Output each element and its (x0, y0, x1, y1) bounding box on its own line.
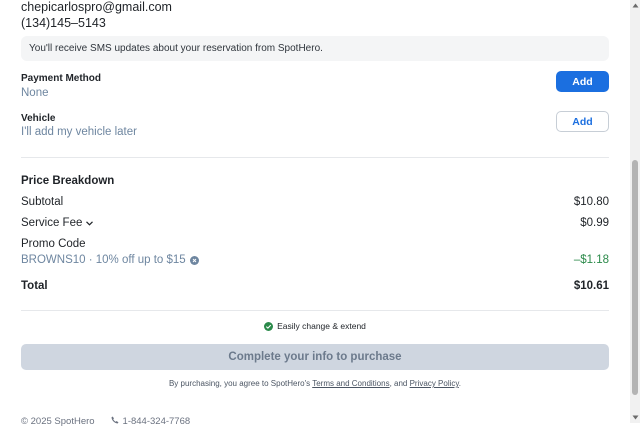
service-fee-value: $0.99 (580, 217, 609, 229)
scrollbar[interactable] (630, 0, 640, 423)
easy-change-text: Easily change & extend (277, 321, 366, 331)
add-vehicle-button[interactable]: Add (556, 111, 609, 132)
legal-middle: , and (389, 379, 410, 388)
section-divider (21, 157, 609, 158)
promo-discount-value: –$1.18 (573, 254, 609, 266)
complete-purchase-button[interactable]: Complete your info to purchase (21, 344, 609, 370)
promo-code-label: Promo Code (21, 238, 86, 250)
legal-prefix: By purchasing, you agree to SpotHero's (168, 379, 313, 388)
add-payment-button[interactable]: Add (556, 71, 609, 92)
info-icon[interactable] (189, 255, 199, 265)
contact-email: chepicarlospro@gmail.com (21, 0, 172, 14)
easy-change-notice: Easily change & extend (21, 321, 609, 331)
phone-icon (111, 416, 119, 427)
total-divider (21, 310, 609, 311)
price-breakdown-title: Price Breakdown (21, 175, 115, 187)
service-fee-label: Service Fee (21, 217, 83, 229)
scroll-down-arrow-icon[interactable] (631, 413, 639, 421)
page-footer: © 2025 SpotHero 1-844-324-7768 (21, 416, 190, 427)
scroll-up-arrow-icon[interactable] (631, 1, 639, 9)
footer-copyright: © 2025 SpotHero (21, 416, 95, 427)
footer-phone: 1-844-324-7768 (122, 416, 191, 427)
service-fee-toggle[interactable]: Service Fee (21, 217, 94, 229)
check-circle-icon (264, 321, 274, 331)
subtotal-value: $10.80 (573, 196, 609, 208)
scrollbar-thumb[interactable] (632, 160, 638, 395)
promo-code-text: BROWNS10 · 10% off up to $15 (21, 254, 186, 266)
chevron-down-icon (86, 217, 94, 229)
footer-phone-link[interactable]: 1-844-324-7768 (111, 416, 191, 427)
total-label: Total (21, 280, 48, 292)
vehicle-label: Vehicle (21, 113, 56, 124)
terms-link[interactable]: Terms and Conditions (312, 379, 389, 388)
privacy-link[interactable]: Privacy Policy (410, 379, 459, 388)
payment-method-value: None (21, 87, 49, 99)
promo-code-detail: BROWNS10 · 10% off up to $15 (21, 254, 199, 266)
legal-suffix: . (458, 379, 462, 388)
subtotal-label: Subtotal (21, 196, 64, 208)
payment-method-label: Payment Method (21, 73, 102, 84)
total-value: $10.61 (573, 280, 609, 292)
vehicle-value: I'll add my vehicle later (21, 126, 137, 138)
legal-notice: By purchasing, you agree to SpotHero's T… (21, 379, 609, 388)
sms-updates-notice: You'll receive SMS updates about your re… (21, 36, 609, 61)
contact-phone: (134)145–5143 (21, 16, 106, 30)
